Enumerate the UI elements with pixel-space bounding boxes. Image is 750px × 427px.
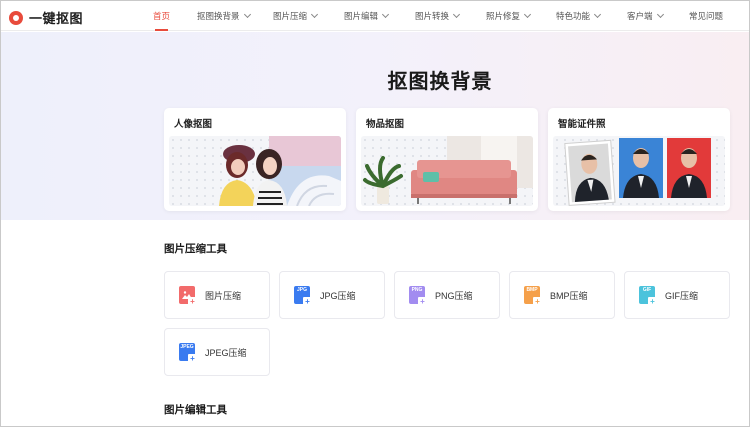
chevron-down-icon (310, 10, 319, 19)
nav-label: 常见问题 (689, 11, 724, 21)
hero-title: 抠图换背景 (387, 71, 493, 93)
gif-file-icon: GIF + (639, 286, 657, 306)
icon-tag: GIF (642, 287, 652, 293)
tool-gif-compress[interactable]: GIF + GIF压缩 (624, 271, 730, 319)
card-title: 物品抠图 (366, 119, 405, 130)
nav-item-image-edit[interactable]: 图片编辑 (344, 1, 390, 31)
section-title-compress: 图片压缩工具 (164, 243, 227, 255)
tool-label: GIF压缩 (665, 290, 698, 301)
portrait-cutout-card[interactable]: 人像抠图 (164, 108, 346, 211)
icon-tag: BMP (526, 287, 538, 293)
tool-image-compress[interactable]: + 图片压缩 (164, 271, 270, 319)
portrait-cutout-image (169, 136, 341, 206)
nav-label: 照片修复 (486, 11, 521, 21)
tool-label: JPEG压缩 (205, 347, 247, 358)
id-photo-card[interactable]: 智能证件照 (548, 108, 730, 211)
id-photos-illustration (564, 138, 711, 206)
tool-bmp-compress[interactable]: BMP + BMP压缩 (509, 271, 615, 319)
tool-label: BMP压缩 (550, 290, 588, 301)
sofa-illustration (363, 136, 533, 204)
portrait-illustration (219, 136, 341, 206)
chevron-down-icon (656, 10, 664, 19)
nav-item-faq[interactable]: 常见问题 (689, 1, 723, 31)
tool-label: JPG压缩 (320, 290, 356, 301)
nav-item-special-features[interactable]: 特色功能 (556, 1, 602, 31)
tool-jpeg-compress[interactable]: JPEG + JPEG压缩 (164, 328, 270, 376)
chevron-down-icon (452, 10, 461, 19)
section-title-edit: 图片编辑工具 (164, 404, 227, 416)
icon-tag: PNG (411, 287, 423, 293)
nav-label: 首页 (153, 11, 171, 21)
object-cutout-card[interactable]: 物品抠图 (356, 108, 538, 211)
card-title: 智能证件照 (558, 119, 606, 130)
tool-label: 图片压缩 (205, 290, 242, 301)
nav-label: 特色功能 (556, 11, 591, 21)
icon-tag: JPG (296, 287, 307, 293)
logo-icon (9, 10, 23, 25)
nav-label: 抠图换背景 (197, 11, 240, 21)
nav-item-image-convert[interactable]: 图片转换 (415, 1, 461, 31)
object-cutout-image (361, 136, 533, 206)
nav-label: 客户端 (627, 11, 653, 21)
chevron-down-icon (243, 10, 251, 19)
logo[interactable]: 一键抠图 (9, 8, 83, 27)
tool-label: PNG压缩 (435, 290, 473, 301)
jpeg-file-icon: JPEG + (179, 343, 197, 363)
logo-text: 一键抠图 (29, 11, 84, 26)
chevron-down-icon (593, 10, 602, 19)
hero-banner: 抠图换背景 人像抠图 物品抠图 智能证件照 (1, 32, 749, 220)
chevron-down-icon (523, 10, 532, 19)
nav-label: 图片压缩 (273, 11, 308, 21)
tool-png-compress[interactable]: PNG + PNG压缩 (394, 271, 500, 319)
icon-tag: JPEG (180, 344, 194, 350)
nav-item-cutout-background[interactable]: 抠图换背景 (197, 1, 251, 31)
id-photo-image (553, 136, 725, 206)
png-file-icon: PNG + (409, 286, 427, 306)
jpg-file-icon: JPG + (294, 286, 312, 306)
nav-item-home[interactable]: 首页 (153, 1, 170, 31)
bmp-file-icon: BMP + (524, 286, 542, 306)
nav-item-photo-repair[interactable]: 照片修复 (486, 1, 532, 31)
nav-item-image-compress[interactable]: 图片压缩 (273, 1, 319, 31)
nav-item-client[interactable]: 客户端 (627, 1, 664, 31)
nav-label: 图片转换 (415, 11, 450, 21)
nav-label: 图片编辑 (344, 11, 379, 21)
chevron-down-icon (381, 10, 390, 19)
tool-jpg-compress[interactable]: JPG + JPG压缩 (279, 271, 385, 319)
image-compress-icon: + (179, 286, 197, 306)
card-title: 人像抠图 (174, 119, 213, 130)
top-navigation-bar: 一键抠图 首页 抠图换背景 图片压缩 图片编辑 图片转换 照片修复 特色功能 客… (1, 1, 749, 31)
